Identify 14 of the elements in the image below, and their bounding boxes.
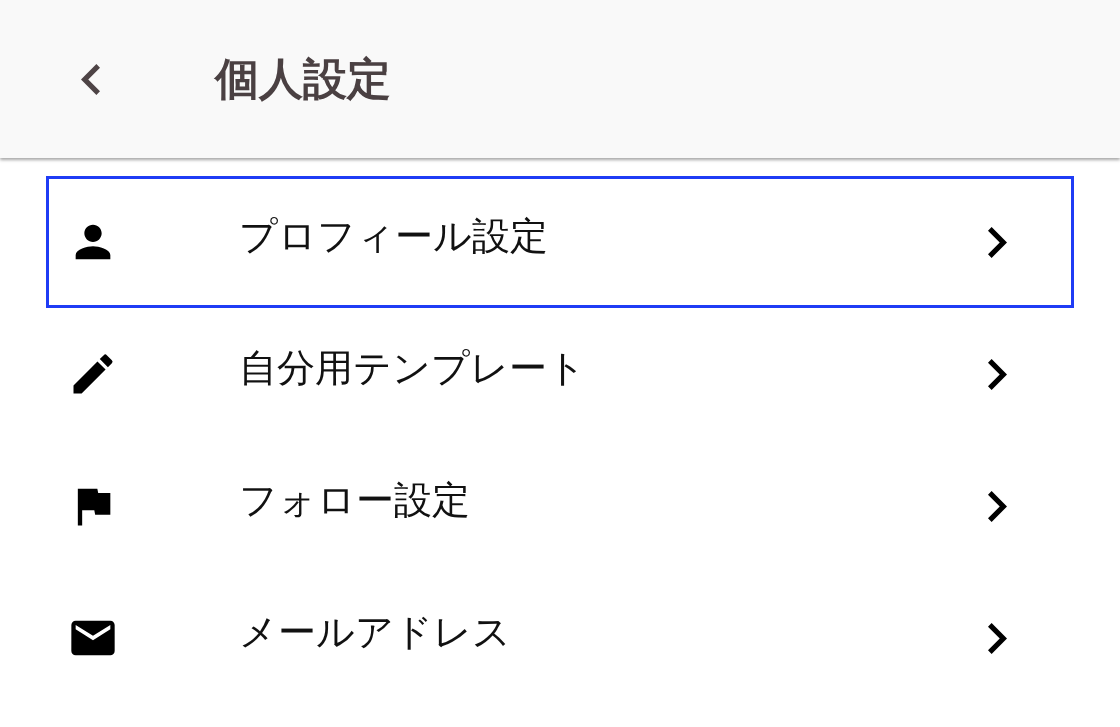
settings-item[interactable]: プロフィール設定 [46,176,1074,308]
back-icon [80,63,100,95]
item-label: 自分用テンプレート [239,345,587,391]
settings-item[interactable]: フォロー設定 [46,440,1074,572]
settings-item[interactable]: メールアドレス [46,572,1074,704]
page-title: 個人設定 [215,53,391,105]
chevron-right-icon [988,622,1007,654]
chevron-right-icon [988,490,1007,522]
chevron-right-icon [988,358,1007,390]
item-label: メールアドレス [239,609,512,655]
chevron-right-icon [988,226,1007,258]
settings-item[interactable]: 自分用テンプレート [46,308,1074,440]
item-label: プロフィール設定 [239,213,549,259]
item-label: フォロー設定 [239,477,471,523]
